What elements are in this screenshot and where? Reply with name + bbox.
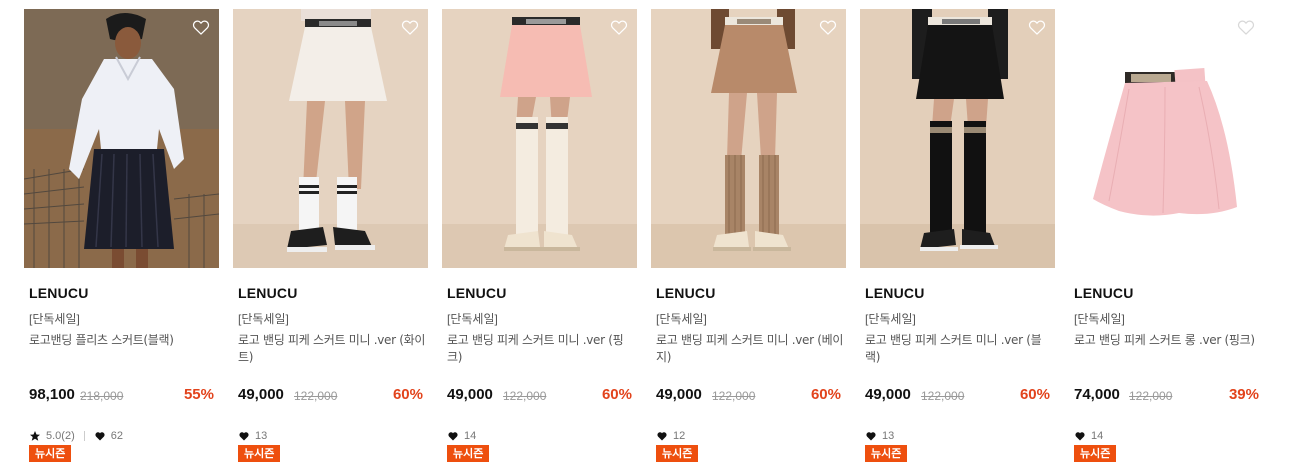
heart-filled-icon xyxy=(95,432,105,441)
product-name[interactable]: 로고 밴딩 피케 스커트 롱 .ver (핑크) xyxy=(1074,332,1262,349)
heart-filled-icon xyxy=(657,432,667,441)
new-season-badge: 뉴시즌 xyxy=(1074,445,1117,462)
product-meta: 14 xyxy=(1074,428,1103,444)
discount-rate: 60% xyxy=(601,386,632,403)
like-count: 12 xyxy=(673,430,686,442)
product-image[interactable] xyxy=(24,9,219,268)
new-season-badge: 뉴시즌 xyxy=(865,445,908,462)
brand-name[interactable]: LENUCU xyxy=(656,285,716,301)
original-price: 122,000 xyxy=(294,389,338,403)
brand-name[interactable]: LENUCU xyxy=(29,285,89,301)
product-card[interactable]: LENUCU [단독세일] 로고 밴딩 피케 스커트 미니 .ver (블랙) … xyxy=(860,9,1055,474)
sale-price: 74,000 xyxy=(1074,386,1120,403)
like-count: 62 xyxy=(110,430,123,442)
sale-tag: [단독세일] xyxy=(865,312,916,326)
product-card[interactable]: LENUCU [단독세일] 로고 밴딩 피케 스커트 롱 .ver (핑크) 7… xyxy=(1069,9,1264,474)
product-card[interactable]: LENUCU [단독세일] 로고 밴딩 피케 스커트 미니 .ver (화이트)… xyxy=(233,9,428,474)
new-season-badge: 뉴시즌 xyxy=(29,445,72,462)
heart-outline-icon[interactable] xyxy=(191,17,211,37)
discount-rate: 39% xyxy=(1228,386,1259,403)
meta-divider xyxy=(83,431,85,441)
brand-name[interactable]: LENUCU xyxy=(1074,285,1134,301)
brand-name[interactable]: LENUCU xyxy=(865,285,925,301)
heart-filled-icon xyxy=(239,432,249,441)
like-count: 13 xyxy=(882,430,895,442)
product-image[interactable] xyxy=(442,9,637,268)
sale-price: 49,000 xyxy=(447,386,493,403)
sale-tag: [단독세일] xyxy=(447,312,498,326)
product-card[interactable]: LENUCU [단독세일] 로고 밴딩 피케 스커트 미니 .ver (베이지)… xyxy=(651,9,846,474)
heart-outline-icon[interactable] xyxy=(609,17,629,37)
discount-rate: 55% xyxy=(183,386,214,403)
sale-tag: [단독세일] xyxy=(29,312,80,326)
sale-tag: [단독세일] xyxy=(238,312,289,326)
product-meta: 5.0(2) 62 xyxy=(29,428,123,444)
heart-outline-icon[interactable] xyxy=(818,17,838,37)
sale-tag: [단독세일] xyxy=(656,312,707,326)
product-grid: LENUCU [단독세일] 로고밴딩 플리츠 스커트(블랙) 98,100 21… xyxy=(24,9,1284,474)
discount-rate: 60% xyxy=(810,386,841,403)
product-meta: 13 xyxy=(865,428,894,444)
like-count: 13 xyxy=(255,430,268,442)
product-card[interactable]: LENUCU [단독세일] 로고 밴딩 피케 스커트 미니 .ver (핑크) … xyxy=(442,9,637,474)
new-season-badge: 뉴시즌 xyxy=(447,445,490,462)
heart-outline-icon[interactable] xyxy=(400,17,420,37)
product-image[interactable] xyxy=(233,9,428,268)
star-icon xyxy=(30,431,40,441)
original-price: 122,000 xyxy=(712,389,756,403)
product-meta: 14 xyxy=(447,428,476,444)
original-price: 122,000 xyxy=(921,389,965,403)
discount-rate: 60% xyxy=(1019,386,1050,403)
sale-price: 98,100 xyxy=(29,386,75,403)
heart-outline-icon[interactable] xyxy=(1027,17,1047,37)
product-name[interactable]: 로고 밴딩 피케 스커트 미니 .ver (화이트) xyxy=(238,332,426,366)
product-image[interactable] xyxy=(860,9,1055,268)
brand-name[interactable]: LENUCU xyxy=(447,285,507,301)
heart-outline-icon[interactable] xyxy=(1236,17,1256,37)
heart-filled-icon xyxy=(866,432,876,441)
new-season-badge: 뉴시즌 xyxy=(238,445,281,462)
sale-price: 49,000 xyxy=(238,386,284,403)
product-image[interactable] xyxy=(1069,9,1264,268)
product-name[interactable]: 로고밴딩 플리츠 스커트(블랙) xyxy=(29,332,217,349)
original-price: 122,000 xyxy=(1129,389,1173,403)
product-meta: 12 xyxy=(656,428,685,444)
product-name[interactable]: 로고 밴딩 피케 스커트 미니 .ver (핑크) xyxy=(447,332,635,366)
sale-price: 49,000 xyxy=(656,386,702,403)
heart-filled-icon xyxy=(448,432,458,441)
product-card[interactable]: LENUCU [단독세일] 로고밴딩 플리츠 스커트(블랙) 98,100 21… xyxy=(24,9,219,474)
heart-filled-icon xyxy=(1075,432,1085,441)
discount-rate: 60% xyxy=(392,386,423,403)
product-name[interactable]: 로고 밴딩 피케 스커트 미니 .ver (베이지) xyxy=(656,332,844,366)
original-price: 122,000 xyxy=(503,389,547,403)
new-season-badge: 뉴시즌 xyxy=(656,445,699,462)
like-count: 14 xyxy=(464,430,477,442)
product-meta: 13 xyxy=(238,428,267,444)
product-name[interactable]: 로고 밴딩 피케 스커트 미니 .ver (블랙) xyxy=(865,332,1053,366)
sale-tag: [단독세일] xyxy=(1074,312,1125,326)
brand-name[interactable]: LENUCU xyxy=(238,285,298,301)
original-price: 218,000 xyxy=(80,389,124,403)
rating-value: 5.0(2) xyxy=(46,430,75,442)
like-count: 14 xyxy=(1091,430,1104,442)
sale-price: 49,000 xyxy=(865,386,911,403)
product-image[interactable] xyxy=(651,9,846,268)
